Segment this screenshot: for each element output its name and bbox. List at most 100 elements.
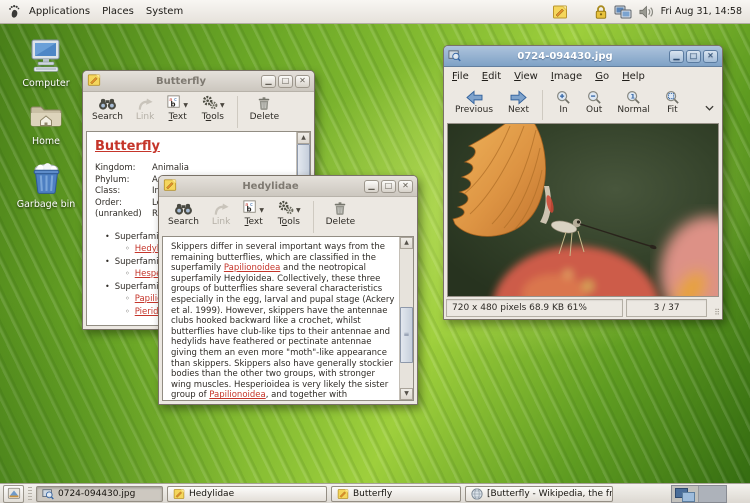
zoom-normal-icon: 1 (626, 89, 641, 105)
menu-go[interactable]: Go (595, 71, 609, 82)
gnome-foot-icon[interactable] (6, 4, 21, 19)
note-icon (173, 488, 185, 500)
desktop-icon-garbage-bin[interactable]: Garbage bin (15, 161, 77, 210)
window-image-viewer: 0724-094430.jpg ▁□✕ File Edit View Image Go H… (443, 45, 723, 320)
delete-button[interactable]: Delete (320, 199, 362, 228)
toolbar-overflow-chevron-icon[interactable] (701, 96, 718, 115)
previous-button[interactable]: Previous (448, 88, 500, 116)
taskbar-button[interactable]: Hedylidae (167, 486, 327, 502)
normal-size-button[interactable]: 1 Normal (610, 88, 657, 116)
titlebar[interactable]: 0724-094430.jpg ▁□✕ (444, 46, 722, 67)
workspace-1[interactable] (672, 486, 699, 502)
clock-applet[interactable]: Fri Aug 31, 14:58 (661, 6, 744, 17)
taxonomy-value: Animalia (152, 163, 294, 175)
trash-icon (257, 95, 271, 112)
volume-icon[interactable] (638, 4, 655, 20)
network-icon[interactable] (614, 4, 632, 20)
window-title: 0724-094430.jpg (465, 51, 665, 62)
show-desktop-button[interactable] (3, 485, 24, 503)
scroll-up-icon[interactable]: ▲ (400, 237, 413, 249)
taxonomy-rank: Class: (95, 186, 152, 198)
image-info: 720 x 480 pixels 68.9 KB 61% (446, 299, 623, 317)
web-browser-icon (471, 488, 483, 500)
maximize-button[interactable]: □ (686, 50, 701, 63)
menu-file[interactable]: File (452, 71, 469, 82)
toolbar-separator (237, 96, 238, 128)
menu-view[interactable]: View (514, 71, 538, 82)
note-link[interactable]: Papilionoidea (224, 263, 280, 273)
close-button[interactable]: ✕ (703, 50, 718, 63)
chevron-down-icon: ▼ (220, 102, 225, 109)
minimize-button[interactable]: ▁ (669, 50, 684, 63)
toolbar-separator (542, 90, 543, 120)
resize-grip[interactable]: ⠿ (710, 299, 720, 317)
viewer-toolbar: Previous Next In Out 1 Normal Fit (444, 86, 722, 122)
search-button[interactable]: Search (162, 199, 205, 228)
note-applet-icon[interactable] (552, 4, 568, 20)
note-content: Skippers differ in several important way… (162, 236, 414, 401)
taskbar-button[interactable]: [Butterfly - Wikipedia, the free... (465, 486, 613, 502)
desktop-icon-computer[interactable]: Computer (15, 39, 77, 89)
window-hedylidae: Hedylidae ▁□✕ Search Link acb▼ Text ▼ To… (158, 175, 418, 405)
titlebar[interactable]: Butterfly ▁□✕ (83, 71, 314, 92)
scroll-thumb[interactable] (400, 307, 413, 363)
note-link[interactable]: Papilionoidea (209, 390, 265, 400)
taskbar-button-label: Hedylidae (189, 489, 234, 499)
lock-icon[interactable] (594, 4, 608, 20)
system-tray: Fri Aug 31, 14:58 (552, 4, 744, 20)
note-icon (337, 488, 349, 500)
close-button[interactable]: ✕ (295, 75, 310, 88)
menu-places[interactable]: Places (96, 3, 140, 20)
minimize-button[interactable]: ▁ (364, 180, 379, 193)
scrollbar-vertical[interactable]: ▲ ▼ (399, 237, 413, 400)
taskbar-button[interactable]: 0724-094430.jpg (36, 486, 163, 502)
svg-text:b: b (171, 100, 176, 108)
menu-system[interactable]: System (140, 3, 189, 20)
menu-help[interactable]: Help (622, 71, 645, 82)
taskbar-button[interactable]: Butterfly (331, 486, 461, 502)
fit-button[interactable]: Fit (658, 88, 687, 116)
maximize-button[interactable]: □ (381, 180, 396, 193)
text-button[interactable]: acb▼ Text (161, 94, 194, 123)
menu-applications[interactable]: Applications (23, 3, 96, 20)
tools-label: Tools (202, 112, 224, 122)
taskbar-button-label: Butterfly (353, 489, 392, 499)
minimize-button[interactable]: ▁ (261, 75, 276, 88)
menu-edit[interactable]: Edit (482, 71, 501, 82)
workspace-switcher[interactable] (671, 485, 727, 503)
search-button[interactable]: Search (86, 94, 129, 123)
next-button[interactable]: Next (501, 88, 536, 116)
maximize-button[interactable]: □ (278, 75, 293, 88)
tools-button[interactable]: ▼ Tools (195, 94, 231, 123)
panel-handle[interactable] (28, 487, 32, 500)
scroll-down-icon[interactable]: ▼ (400, 388, 413, 400)
toolbar-separator (313, 201, 314, 233)
menu-image[interactable]: Image (551, 71, 582, 82)
scroll-up-icon[interactable]: ▲ (297, 132, 310, 144)
bottom-panel: 0724-094430.jpg Hedylidae Butterfly [Butter… (0, 483, 750, 503)
taxonomy-rank: Order: (95, 198, 152, 210)
window-list: 0724-094430.jpg Hedylidae Butterfly [Butter… (36, 486, 613, 502)
zoom-in-button[interactable]: In (549, 88, 578, 116)
chevron-down-icon: ▼ (259, 207, 264, 214)
close-button[interactable]: ✕ (398, 180, 413, 193)
chevron-down-icon: ▼ (296, 207, 301, 214)
normal-size-label: Normal (617, 105, 650, 115)
window-title: Hedylidae (181, 181, 360, 192)
text-format-icon: acb (167, 95, 181, 112)
workspace-2[interactable] (699, 486, 726, 502)
zoom-out-button[interactable]: Out (579, 88, 609, 116)
link-arrow-icon (213, 200, 230, 217)
photo-butterfly-on-flower (447, 123, 719, 297)
show-desktop-icon (7, 487, 21, 500)
note-window-icon (87, 72, 101, 91)
link-arrow-icon (137, 95, 154, 112)
titlebar[interactable]: Hedylidae ▁□✕ (159, 176, 417, 197)
delete-label: Delete (250, 112, 280, 122)
desktop-icon-home[interactable]: Home (15, 103, 77, 147)
tools-button[interactable]: ▼ Tools (271, 199, 307, 228)
text-button[interactable]: acb▼ Text (237, 199, 270, 228)
link-label: Link (136, 112, 154, 122)
delete-button[interactable]: Delete (244, 94, 286, 123)
note-title-link[interactable]: Butterfly (95, 139, 294, 154)
